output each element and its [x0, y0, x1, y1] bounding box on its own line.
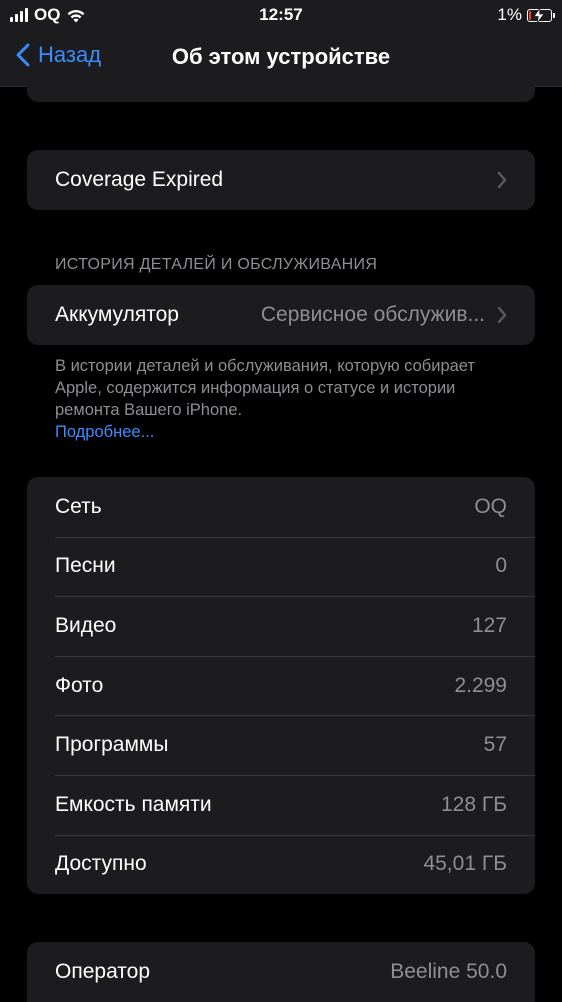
info-value: 128 ГБ	[440, 792, 507, 816]
info-value: 2.299	[454, 673, 507, 697]
charging-bolt-icon	[533, 6, 545, 28]
info-value: 0	[495, 554, 507, 578]
battery-service-value: Сервисное обслужив...	[260, 302, 485, 326]
parts-history-group: Аккумулятор Сервисное обслужив...	[27, 285, 535, 345]
info-value: 57	[483, 733, 507, 757]
info-row-capacity: Емкость памяти 128 ГБ	[27, 774, 535, 835]
battery-percent: 1%	[497, 5, 522, 24]
info-label: Песни	[55, 554, 116, 578]
info-label: Программы	[55, 733, 169, 757]
info-row-songs: Песни 0	[27, 536, 535, 597]
info-row-photos: Фото 2.299	[27, 655, 535, 716]
carrier-label: Оператор	[55, 959, 151, 983]
battery-label: Аккумулятор	[55, 302, 179, 326]
parts-history-description: В истории деталей и обслуживания, котору…	[55, 357, 475, 419]
info-label: Емкость памяти	[55, 792, 212, 816]
parts-history-footer: В истории деталей и обслуживания, котору…	[55, 355, 495, 443]
battery-service-row[interactable]: Аккумулятор Сервисное обслужив...	[27, 285, 535, 345]
carrier-row: Оператор Beeline 50.0	[27, 942, 535, 1002]
carrier-group: Оператор Beeline 50.0	[27, 942, 535, 1002]
status-right: 1%	[497, 5, 555, 25]
chevron-right-icon	[497, 306, 507, 324]
section-header-parts-history: ИСТОРИЯ ДЕТАЛЕЙ И ОБСЛУЖИВАНИЯ	[55, 256, 378, 273]
chevron-right-icon	[497, 171, 507, 189]
battery-icon	[527, 6, 555, 23]
status-time: 12:57	[259, 5, 303, 24]
info-label: Сеть	[55, 494, 102, 518]
info-row-videos: Видео 127	[27, 596, 535, 656]
status-bar: OQ 12:57 1%	[0, 0, 562, 30]
battery-tip	[553, 12, 555, 18]
info-label: Доступно	[55, 852, 147, 876]
coverage-group: Coverage Expired	[27, 150, 535, 210]
device-info-group: Сеть OQ Песни 0 Видео 127 Фото 2.299 Про…	[27, 477, 535, 895]
info-value: OQ	[474, 494, 507, 518]
info-row-network: Сеть OQ	[27, 477, 535, 537]
scrolled-cell-edge	[27, 70, 535, 102]
info-label: Фото	[55, 673, 104, 697]
info-row-available: Доступно 45,01 ГБ	[27, 834, 535, 895]
coverage-row[interactable]: Coverage Expired	[27, 150, 535, 210]
page-title: Об этом устройстве	[171, 44, 391, 69]
info-label: Видео	[55, 613, 117, 637]
info-value: 45,01 ГБ	[423, 852, 507, 876]
learn-more-link[interactable]: Подробнее...	[55, 421, 495, 443]
battery-fill	[529, 10, 531, 20]
coverage-label: Coverage Expired	[55, 167, 224, 191]
carrier-value: Beeline 50.0	[390, 959, 507, 983]
info-row-apps: Программы 57	[27, 715, 535, 775]
info-value: 127	[471, 613, 507, 637]
